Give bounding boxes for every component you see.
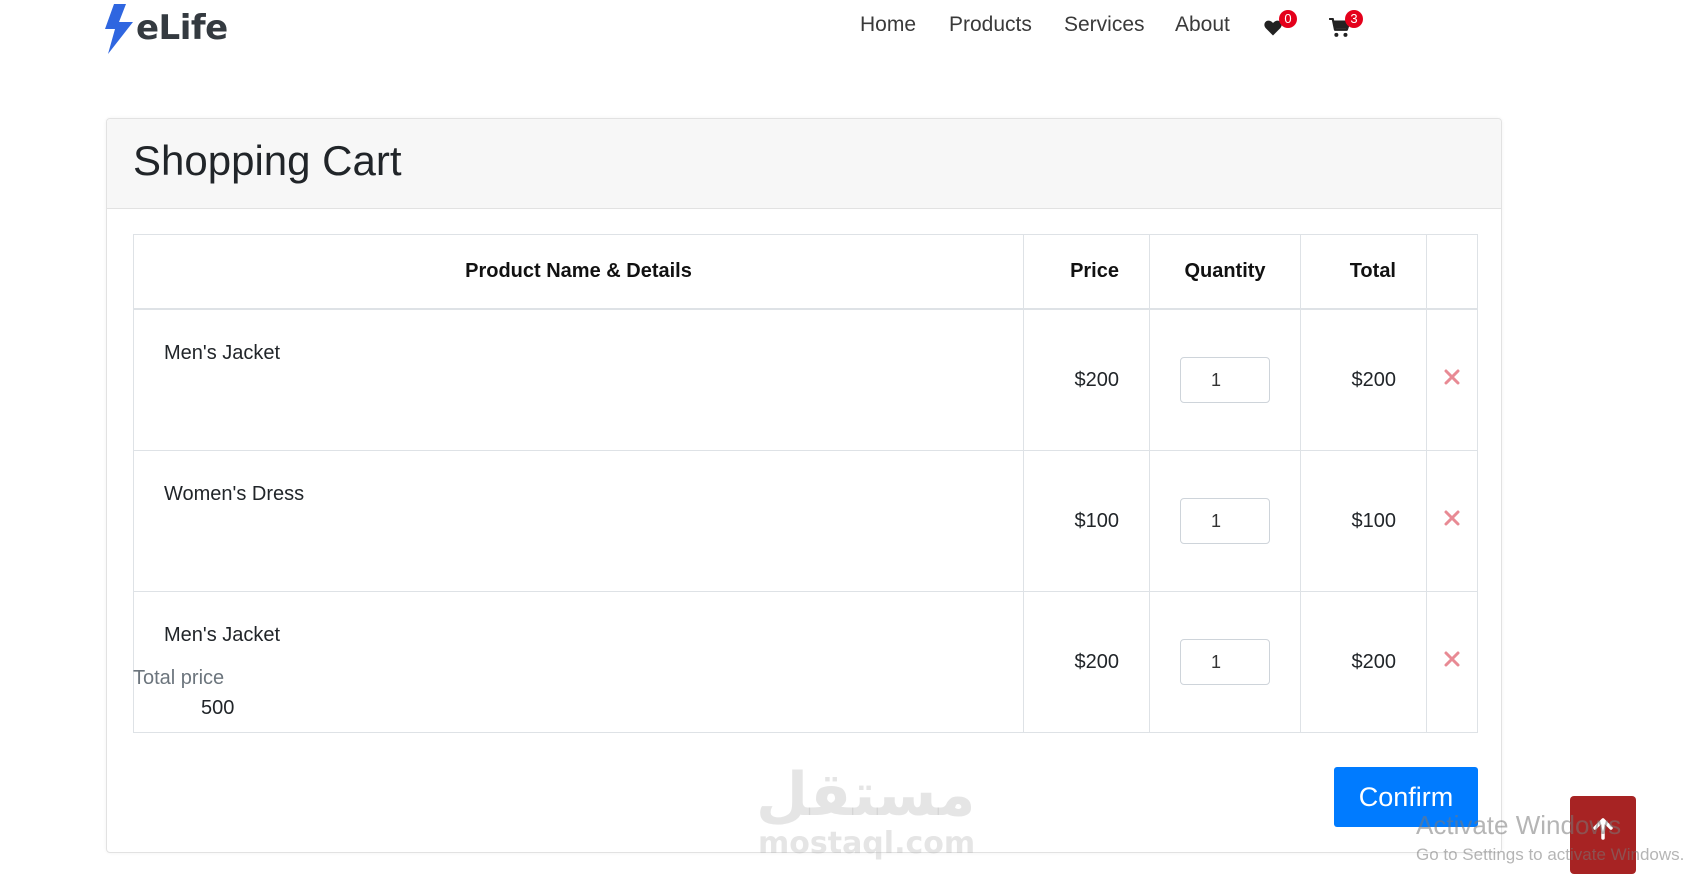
nav-products[interactable]: Products [949,10,1032,40]
column-header-price: Price [1023,234,1150,310]
wishlist-count-badge: 0 [1279,10,1297,28]
nav-menu: Home Products Services About 0 3 [0,10,1708,40]
total-price-label: Total price [133,667,225,689]
quantity-input[interactable] [1180,639,1270,685]
product-name: Men's Jacket [133,308,1024,451]
card-header: Shopping Cart [107,119,1501,209]
close-icon [1444,510,1460,526]
nav-about[interactable]: About [1175,10,1230,40]
remove-item-button[interactable] [1443,650,1461,668]
column-header-quantity: Quantity [1149,234,1301,310]
activate-windows-title: Activate Windows [1416,810,1622,840]
product-price: $200 [1023,591,1150,733]
watermark-latin: mostaql.com [758,826,976,861]
table-row: Men's Jacket $200 $200 [133,591,1478,733]
close-icon [1444,651,1460,667]
product-total: $200 [1300,308,1427,451]
quantity-input[interactable] [1180,498,1270,544]
close-icon [1444,369,1460,385]
remove-item-button[interactable] [1443,509,1461,527]
watermark-arabic: مستقل [756,760,976,830]
product-name: Men's Jacket [133,591,1024,733]
cart-card: Shopping Cart Product Name & Details Pri… [106,118,1502,853]
cart-button[interactable]: 3 [1329,10,1363,40]
product-price: $200 [1023,308,1150,451]
product-total: $200 [1300,591,1427,733]
column-header-total: Total [1300,234,1427,310]
cart-table: Product Name & Details Price Quantity To… [133,234,1478,733]
nav-services[interactable]: Services [1064,10,1145,40]
table-row: Women's Dress $100 $100 [133,450,1478,592]
navbar: eLife Home Products Services About 0 3 [0,0,1708,60]
product-total: $100 [1300,450,1427,592]
activate-windows-subtitle: Go to Settings to activate Windows. [1416,845,1685,864]
page-title: Shopping Cart [133,137,402,184]
column-header-name: Product Name & Details [133,234,1024,310]
nav-home[interactable]: Home [860,10,916,40]
column-header-remove [1426,234,1478,310]
table-row: Men's Jacket $200 $200 [133,308,1478,451]
wishlist-button[interactable]: 0 [1263,10,1297,40]
remove-item-button[interactable] [1443,368,1461,386]
table-header-row: Product Name & Details Price Quantity To… [133,234,1478,310]
product-price: $100 [1023,450,1150,592]
cart-count-badge: 3 [1345,10,1363,28]
total-price-value: 500 [201,697,235,719]
product-name: Women's Dress [133,450,1024,592]
quantity-input[interactable] [1180,357,1270,403]
